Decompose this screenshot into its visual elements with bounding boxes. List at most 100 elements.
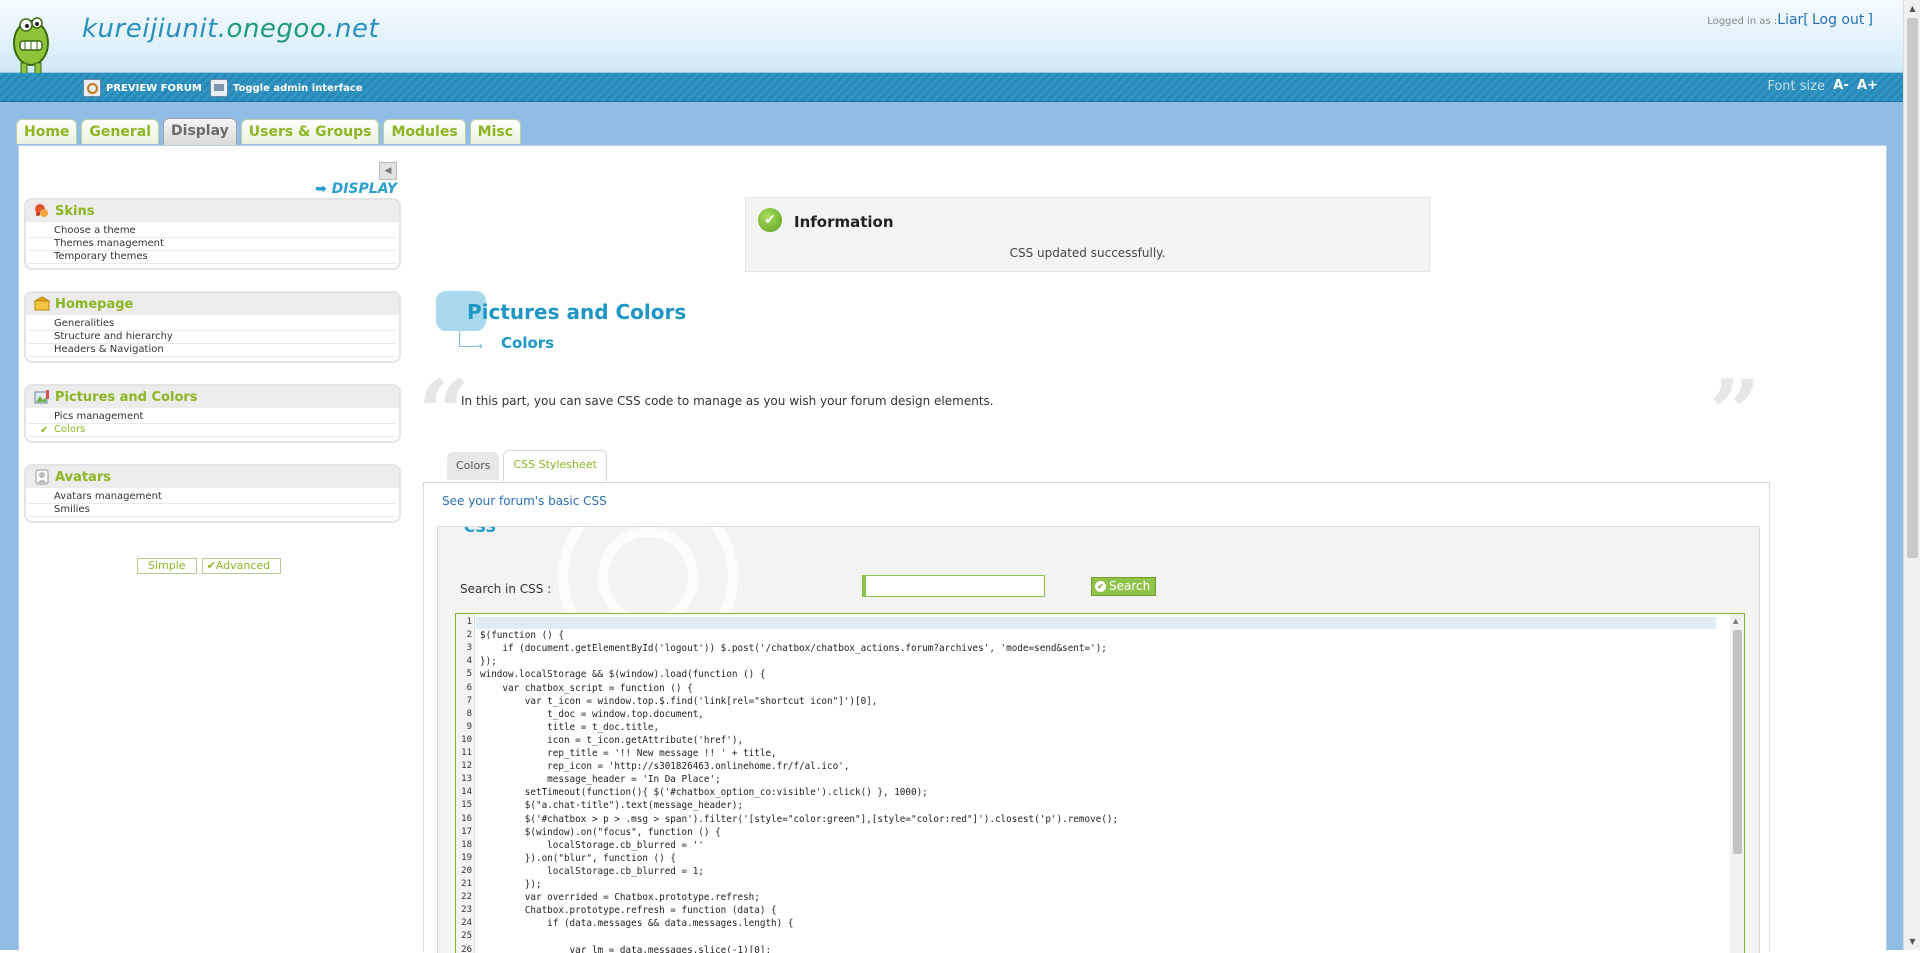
code-line: t_doc = window.top.document, — [480, 709, 704, 721]
code-line: rep_title = '!! New message !! ' + title… — [480, 748, 777, 760]
check-circle-icon: ✔ — [1095, 581, 1106, 592]
code-line: localStorage.cb_blurred = 1; — [480, 866, 704, 878]
editor-scrollbar[interactable]: ▲ — [1730, 614, 1744, 953]
code-line: var chatbox_script = function () { — [480, 683, 693, 695]
search-button-label: Search — [1109, 579, 1150, 594]
line-number: 4 — [456, 656, 472, 666]
preview-forum-button[interactable]: PREVIEW FORUM — [83, 79, 202, 97]
menu-group-header: Homepage — [26, 293, 399, 315]
scroll-up-icon[interactable]: ▲ — [1733, 617, 1738, 625]
line-number: 16 — [456, 814, 472, 824]
line-number: 22 — [456, 892, 472, 902]
search-css-input[interactable] — [862, 575, 1045, 597]
code-line: var t_icon = window.top.$.find('link[rel… — [480, 696, 877, 708]
css-code-editor[interactable]: 1234567891011121314151617181920212223242… — [455, 613, 1745, 953]
code-line: }).on("blur", function () { — [480, 853, 676, 865]
line-number: 15 — [456, 800, 472, 810]
site-title[interactable]: kureijiunit.onegoo.net — [82, 14, 379, 44]
menu-group-homepage: Homepage Generalities Structure and hier… — [24, 291, 401, 363]
site-header: kureijiunit.onegoo.net Logged in as :Lia… — [0, 0, 1903, 73]
homepage-icon — [34, 296, 50, 312]
code-area[interactable]: $(function () { if (document.getElementB… — [476, 614, 1729, 953]
line-number: 10 — [456, 735, 472, 745]
advanced-label: Advanced — [216, 559, 270, 572]
menu-group-header: Avatars — [26, 466, 399, 488]
toggle-admin-button[interactable]: Toggle admin interface — [210, 79, 363, 97]
menu-group-title: Homepage — [55, 297, 133, 312]
logo-monster-icon[interactable] — [6, 3, 56, 79]
code-line: setTimeout(function(){ $('#chatbox_optio… — [480, 787, 928, 799]
menu-item-themes-management[interactable]: Themes management — [28, 238, 397, 251]
sidebar-section-label: ➡ DISPLAY — [315, 181, 397, 197]
menu-item-temporary-themes[interactable]: Temporary themes — [28, 251, 397, 264]
font-size-label: Font size — [1767, 79, 1825, 94]
line-number: 14 — [456, 787, 472, 797]
collapse-sidebar-icon[interactable]: ◀ — [379, 162, 397, 180]
line-number: 2 — [456, 630, 472, 640]
tab-modules[interactable]: Modules — [383, 119, 465, 144]
menu-item-headers-navigation[interactable]: Headers & Navigation — [28, 344, 397, 357]
subtab-css-stylesheet[interactable]: CSS Stylesheet — [503, 450, 606, 481]
menu-item-generalities[interactable]: Generalities — [28, 318, 397, 331]
code-line: Chatbox.prototype.refresh = function (da… — [480, 905, 777, 917]
menu-group-title: Skins — [55, 204, 94, 219]
page-scrollbar[interactable]: ▲ ▼ — [1903, 0, 1920, 950]
tab-users-groups[interactable]: Users & Groups — [241, 119, 380, 144]
menu-group-skins: Skins Choose a theme Themes management T… — [24, 198, 401, 270]
page-scroll-thumb[interactable] — [1907, 18, 1918, 558]
site-name-part: onegoo — [227, 14, 327, 44]
line-number: 21 — [456, 879, 472, 889]
menu-item-avatars-management[interactable]: Avatars management — [28, 491, 397, 504]
tab-misc[interactable]: Misc — [470, 119, 521, 144]
tab-display[interactable]: Display — [163, 118, 237, 145]
tab-general[interactable]: General — [81, 119, 159, 144]
code-line: localStorage.cb_blurred = '' — [480, 840, 704, 852]
basic-css-link[interactable]: See your forum's basic CSS — [442, 494, 607, 508]
swirl-decoration — [598, 527, 698, 627]
menu-item-label: Colors — [54, 424, 85, 435]
information-box: ✔ Information CSS updated successfully. — [745, 197, 1430, 272]
subtab-colors[interactable]: Colors — [447, 452, 499, 480]
menu-item-colors[interactable]: ✔ Colors — [28, 424, 397, 437]
font-increase-icon[interactable]: A+ — [1857, 78, 1873, 94]
simple-mode-button[interactable]: Simple — [137, 558, 197, 574]
code-line: window.localStorage && $(window).load(fu… — [480, 669, 765, 681]
avatar-icon — [34, 469, 50, 485]
scroll-up-icon[interactable]: ▲ — [1906, 2, 1919, 15]
code-line: message_header = 'In Da Place'; — [480, 774, 721, 786]
menu-item-smilies[interactable]: Smilies — [28, 504, 397, 517]
line-number: 5 — [456, 669, 472, 679]
line-number-gutter: 1234567891011121314151617181920212223242… — [456, 614, 475, 953]
code-line: if (document.getElementById('logout')) $… — [480, 643, 1107, 655]
css-fieldset: CSS Search in CSS : ✔ Search 12345678910… — [437, 526, 1760, 953]
line-number: 25 — [456, 931, 472, 941]
advanced-mode-button[interactable]: ✔Advanced — [202, 558, 282, 574]
search-button[interactable]: ✔ Search — [1091, 577, 1156, 596]
logout-link[interactable]: Log out — [1812, 12, 1864, 28]
scroll-down-icon[interactable]: ▼ — [1906, 935, 1919, 948]
code-line: $(function () { — [480, 630, 564, 642]
menu-item-structure-hierarchy[interactable]: Structure and hierarchy — [28, 331, 397, 344]
main-tabs: Home General Display Users & Groups Modu… — [16, 119, 521, 145]
line-number: 26 — [456, 945, 472, 953]
site-name-part: kureijiunit — [82, 14, 218, 44]
pictures-icon — [34, 389, 50, 405]
menu-item-choose-theme[interactable]: Choose a theme — [28, 225, 397, 238]
bracket: [ — [1803, 12, 1808, 28]
menu-group-header: Skins — [26, 200, 399, 222]
menu-mode-switch: Simple ✔Advanced — [137, 558, 281, 574]
current-line-highlight — [476, 617, 1716, 629]
code-line: title = t_doc.title, — [480, 722, 659, 734]
font-decrease-icon[interactable]: A- — [1833, 78, 1849, 94]
site-name-dot: . — [218, 14, 227, 44]
username-link[interactable]: Liar — [1777, 12, 1803, 28]
logged-in-label: Logged in as : — [1707, 16, 1777, 27]
menu-item-pics-management[interactable]: Pics management — [28, 411, 397, 424]
tab-home[interactable]: Home — [16, 119, 77, 144]
line-number: 12 — [456, 761, 472, 771]
editor-scroll-thumb[interactable] — [1733, 630, 1742, 854]
code-line: var overrided = Chatbox.prototype.refres… — [480, 892, 760, 904]
page-title: Pictures and Colors — [467, 300, 686, 324]
font-size-controls: Font size A- A+ — [1767, 78, 1873, 94]
site-name-part: .net — [326, 14, 379, 44]
